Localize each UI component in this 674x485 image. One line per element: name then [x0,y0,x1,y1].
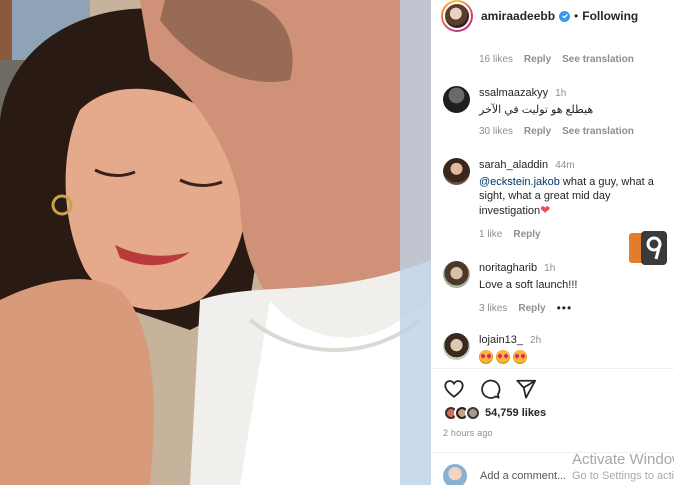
activate-windows-watermark: Activate Windows Go to Settings to activ… [572,451,674,483]
comment-meta: 1 like Reply [479,229,552,240]
author-username[interactable]: amiraadeebb [481,9,555,23]
comment-bubble-icon[interactable] [479,378,501,400]
commenter-username[interactable]: lojain13_ [479,334,523,346]
header-separator: • [574,9,579,23]
comment-item: noritagharib 1h Love a soft launch!!! [443,261,668,301]
post-photo-illustration [0,0,431,485]
post-actions [443,378,537,400]
comment-time: 1h [544,263,556,274]
comment-likes[interactable]: 1 like [479,229,502,240]
previous-comment-text-clipped: ​ [479,31,659,41]
post-timestamp: 2 hours ago [443,428,493,438]
comment-time: 1h [555,88,567,99]
current-user-avatar [443,464,467,485]
comment-item: sarah_aladdin 44m @eckstein.jakob what a… [443,158,668,228]
previous-comment-likes[interactable]: 16 likes [479,54,513,65]
activate-windows-title: Activate Windows [572,451,674,468]
comment-meta: 3 likes Reply ••• [479,301,583,315]
heart-eyes-emoji-icon [479,350,493,365]
post-photo [0,0,431,485]
comment-see-translation[interactable]: See translation [562,126,634,137]
commenter-avatar[interactable] [443,86,470,113]
likes-summary[interactable]: 54,759 likes [443,405,546,421]
site-logo-watermark [629,231,667,265]
comment-reply-button[interactable]: Reply [518,303,545,314]
previous-comment-meta: 16 likes Reply See translation [479,54,645,65]
commenter-avatar[interactable] [443,158,470,185]
comment-item: lojain13_ 2h [443,333,668,365]
more-options-icon[interactable]: ••• [557,301,573,315]
comment-likes[interactable]: 30 likes [479,126,513,137]
heart-outline-icon[interactable] [443,378,465,400]
heart-eyes-emoji-icon [496,350,510,365]
comment-time: 2h [530,335,542,346]
comment-reply-button[interactable]: Reply [524,126,551,137]
commenter-username[interactable]: ssalmaazakyy [479,87,548,99]
comment-time: 44m [555,160,575,171]
activate-windows-subtitle: Go to Settings to activate Windows. [572,470,674,482]
heart-emoji-icon: ❤ [540,203,551,217]
comment-text: @eckstein.jakob what a guy, what a sight… [479,175,669,218]
author-avatar[interactable] [441,0,473,32]
commenter-username[interactable]: sarah_aladdin [479,159,548,171]
liker-avatar [465,405,481,421]
comment-meta: 30 likes Reply See translation [479,126,645,137]
commenter-avatar[interactable] [443,333,470,360]
likes-count[interactable]: 54,759 likes [485,407,546,419]
following-button[interactable]: Following [582,9,638,23]
commenter-avatar[interactable] [443,261,470,288]
previous-comment-reply-button[interactable]: Reply [524,54,551,65]
post-header: amiraadeebb • Following [431,0,674,32]
comment-reply-button[interactable]: Reply [513,229,540,240]
comment-text: Love a soft launch!!! [479,279,578,291]
comment-emojis [479,350,669,365]
previous-comment-see-translation[interactable]: See translation [562,54,634,65]
heart-eyes-emoji-icon [513,350,527,365]
section-divider [431,368,674,369]
paper-plane-icon[interactable] [515,378,537,400]
comment-text: هيطلع هو توليت في الآخر [479,104,594,116]
commenter-username[interactable]: noritagharib [479,262,537,274]
verified-badge-icon [559,10,571,22]
comment-likes[interactable]: 3 likes [479,303,507,314]
comment-mention-link[interactable]: @eckstein.jakob [479,176,560,188]
